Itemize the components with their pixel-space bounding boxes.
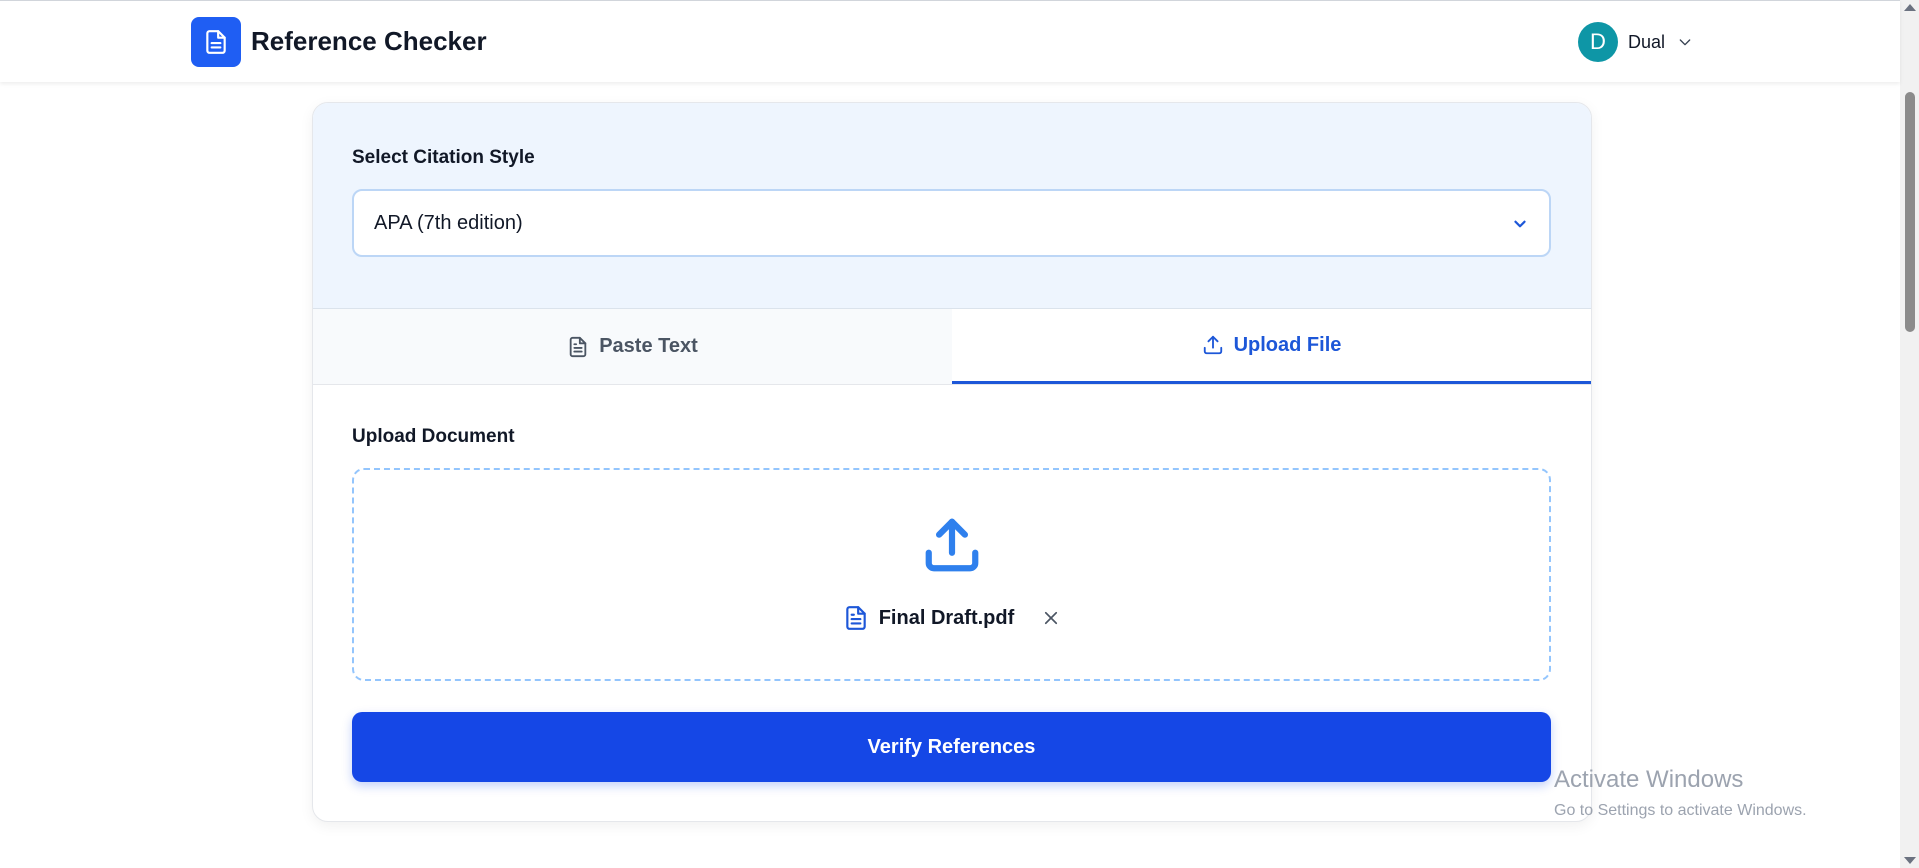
tab-paste-text[interactable]: Paste Text: [313, 309, 952, 384]
chevron-down-icon: [1511, 215, 1529, 238]
watermark-subtitle: Go to Settings to activate Windows.: [1554, 802, 1807, 819]
close-icon[interactable]: [1042, 609, 1060, 627]
app-logo[interactable]: [191, 17, 241, 67]
page: Reference Checker D Dual Select Citation…: [0, 0, 1919, 868]
avatar[interactable]: D: [1578, 22, 1618, 62]
file-name: Final Draft.pdf: [878, 606, 1015, 629]
input-mode-tabs: Paste Text Upload File: [313, 309, 1591, 385]
scrollbar-thumb[interactable]: [1905, 92, 1915, 332]
citation-style-label: Select Citation Style: [352, 147, 535, 168]
tab-label: Paste Text: [599, 335, 698, 357]
upload-icon: [1202, 334, 1224, 356]
scroll-down-arrow-icon[interactable]: [1904, 857, 1916, 864]
verify-references-button[interactable]: Verify References: [352, 712, 1551, 782]
chevron-down-icon[interactable]: [1677, 34, 1693, 50]
document-icon: [206, 30, 226, 54]
user-name[interactable]: Dual: [1628, 32, 1665, 53]
file-document-icon: [843, 604, 869, 632]
selected-file: Final Draft.pdf: [354, 603, 1549, 633]
document-text-icon: [567, 336, 589, 358]
windows-activation-watermark: Activate Windows Go to Settings to activ…: [1554, 766, 1807, 820]
upload-document-label: Upload Document: [352, 426, 515, 447]
top-nav-bar: Reference Checker D Dual: [0, 0, 1900, 82]
file-dropzone[interactable]: Final Draft.pdf: [352, 468, 1551, 681]
upload-icon: [921, 514, 983, 581]
citation-style-value: APA (7th edition): [374, 211, 523, 234]
tab-label: Upload File: [1233, 333, 1342, 356]
vertical-scrollbar[interactable]: [1900, 0, 1919, 868]
app-title: Reference Checker: [251, 26, 487, 56]
watermark-title: Activate Windows: [1554, 766, 1744, 793]
reference-checker-card: Select Citation Style APA (7th edition): [312, 102, 1592, 822]
tab-upload-file[interactable]: Upload File: [952, 309, 1591, 384]
user-menu[interactable]: D Dual: [1578, 21, 1693, 63]
scroll-up-arrow-icon[interactable]: [1904, 4, 1916, 11]
citation-style-select[interactable]: APA (7th edition): [352, 189, 1551, 257]
citation-style-panel: Select Citation Style APA (7th edition): [313, 103, 1591, 309]
